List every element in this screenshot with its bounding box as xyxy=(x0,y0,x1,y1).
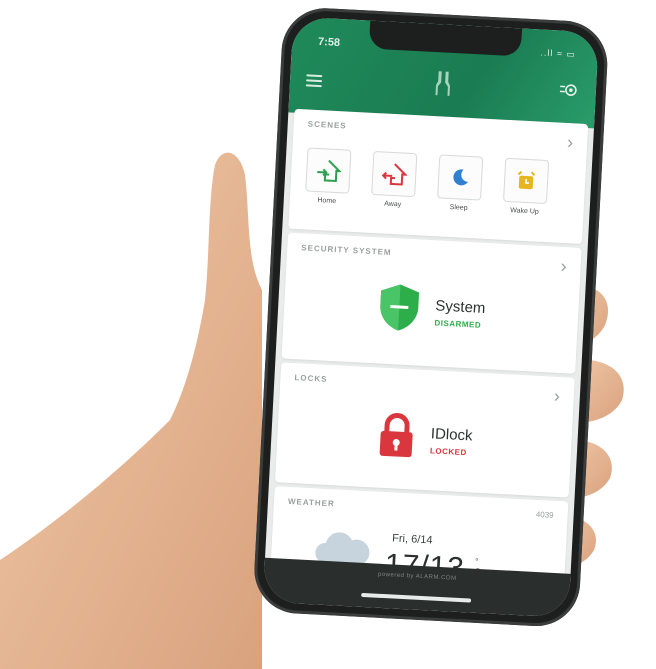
status-icons: ..ll ≈ ▭ xyxy=(540,47,577,60)
home-arrow-in-icon xyxy=(305,147,352,194)
padlock-icon xyxy=(375,412,418,465)
scene-label: Home xyxy=(317,197,337,206)
phone-screen: 7:58 ..ll ≈ ▭ SCENES › Home Away Sleep W… xyxy=(262,16,599,618)
weather-title: WEATHER xyxy=(287,496,336,509)
security-card[interactable]: SECURITY SYSTEM › System DISARMED xyxy=(281,232,582,374)
scene-label: Sleep xyxy=(449,203,468,212)
phone-device: 7:58 ..ll ≈ ▭ SCENES › Home Away Sleep W… xyxy=(252,6,610,629)
settings-gear-icon[interactable] xyxy=(559,83,578,101)
home-indicator[interactable] xyxy=(361,592,472,603)
status-time: 7:58 xyxy=(317,35,341,50)
chevron-right-icon[interactable]: › xyxy=(553,386,560,406)
shield-icon xyxy=(376,281,423,338)
chevron-right-icon[interactable]: › xyxy=(567,132,574,152)
locks-card[interactable]: LOCKS › IDlock LOCKED xyxy=(274,362,575,498)
security-status: DISARMED xyxy=(434,317,482,330)
security-title: SECURITY SYSTEM xyxy=(301,243,392,258)
hamburger-menu-icon[interactable] xyxy=(305,71,323,90)
lock-status: LOCKED xyxy=(429,445,467,457)
scenes-card: SCENES › Home Away Sleep Wake Up xyxy=(288,108,589,244)
moon-icon xyxy=(437,154,484,201)
weather-location-id: 4039 xyxy=(535,509,554,520)
chevron-right-icon[interactable]: › xyxy=(560,256,567,276)
lock-name: IDlock xyxy=(430,424,473,444)
locks-title: LOCKS xyxy=(294,373,328,384)
home-arrow-out-icon xyxy=(371,150,418,198)
weather-date: Fri, 6/14 xyxy=(391,532,433,547)
brand-logo-icon xyxy=(434,70,452,104)
scene-label: Away xyxy=(384,200,402,209)
scene-wake-up[interactable]: Wake Up xyxy=(501,157,550,216)
security-system-name: System xyxy=(435,296,486,317)
scene-away[interactable]: Away xyxy=(370,150,419,209)
scene-label: Wake Up xyxy=(510,207,539,216)
scene-home[interactable]: Home xyxy=(304,147,353,205)
alarm-clock-icon xyxy=(502,157,550,205)
scene-sleep[interactable]: Sleep xyxy=(435,154,484,212)
scenes-title: SCENES xyxy=(307,119,347,131)
